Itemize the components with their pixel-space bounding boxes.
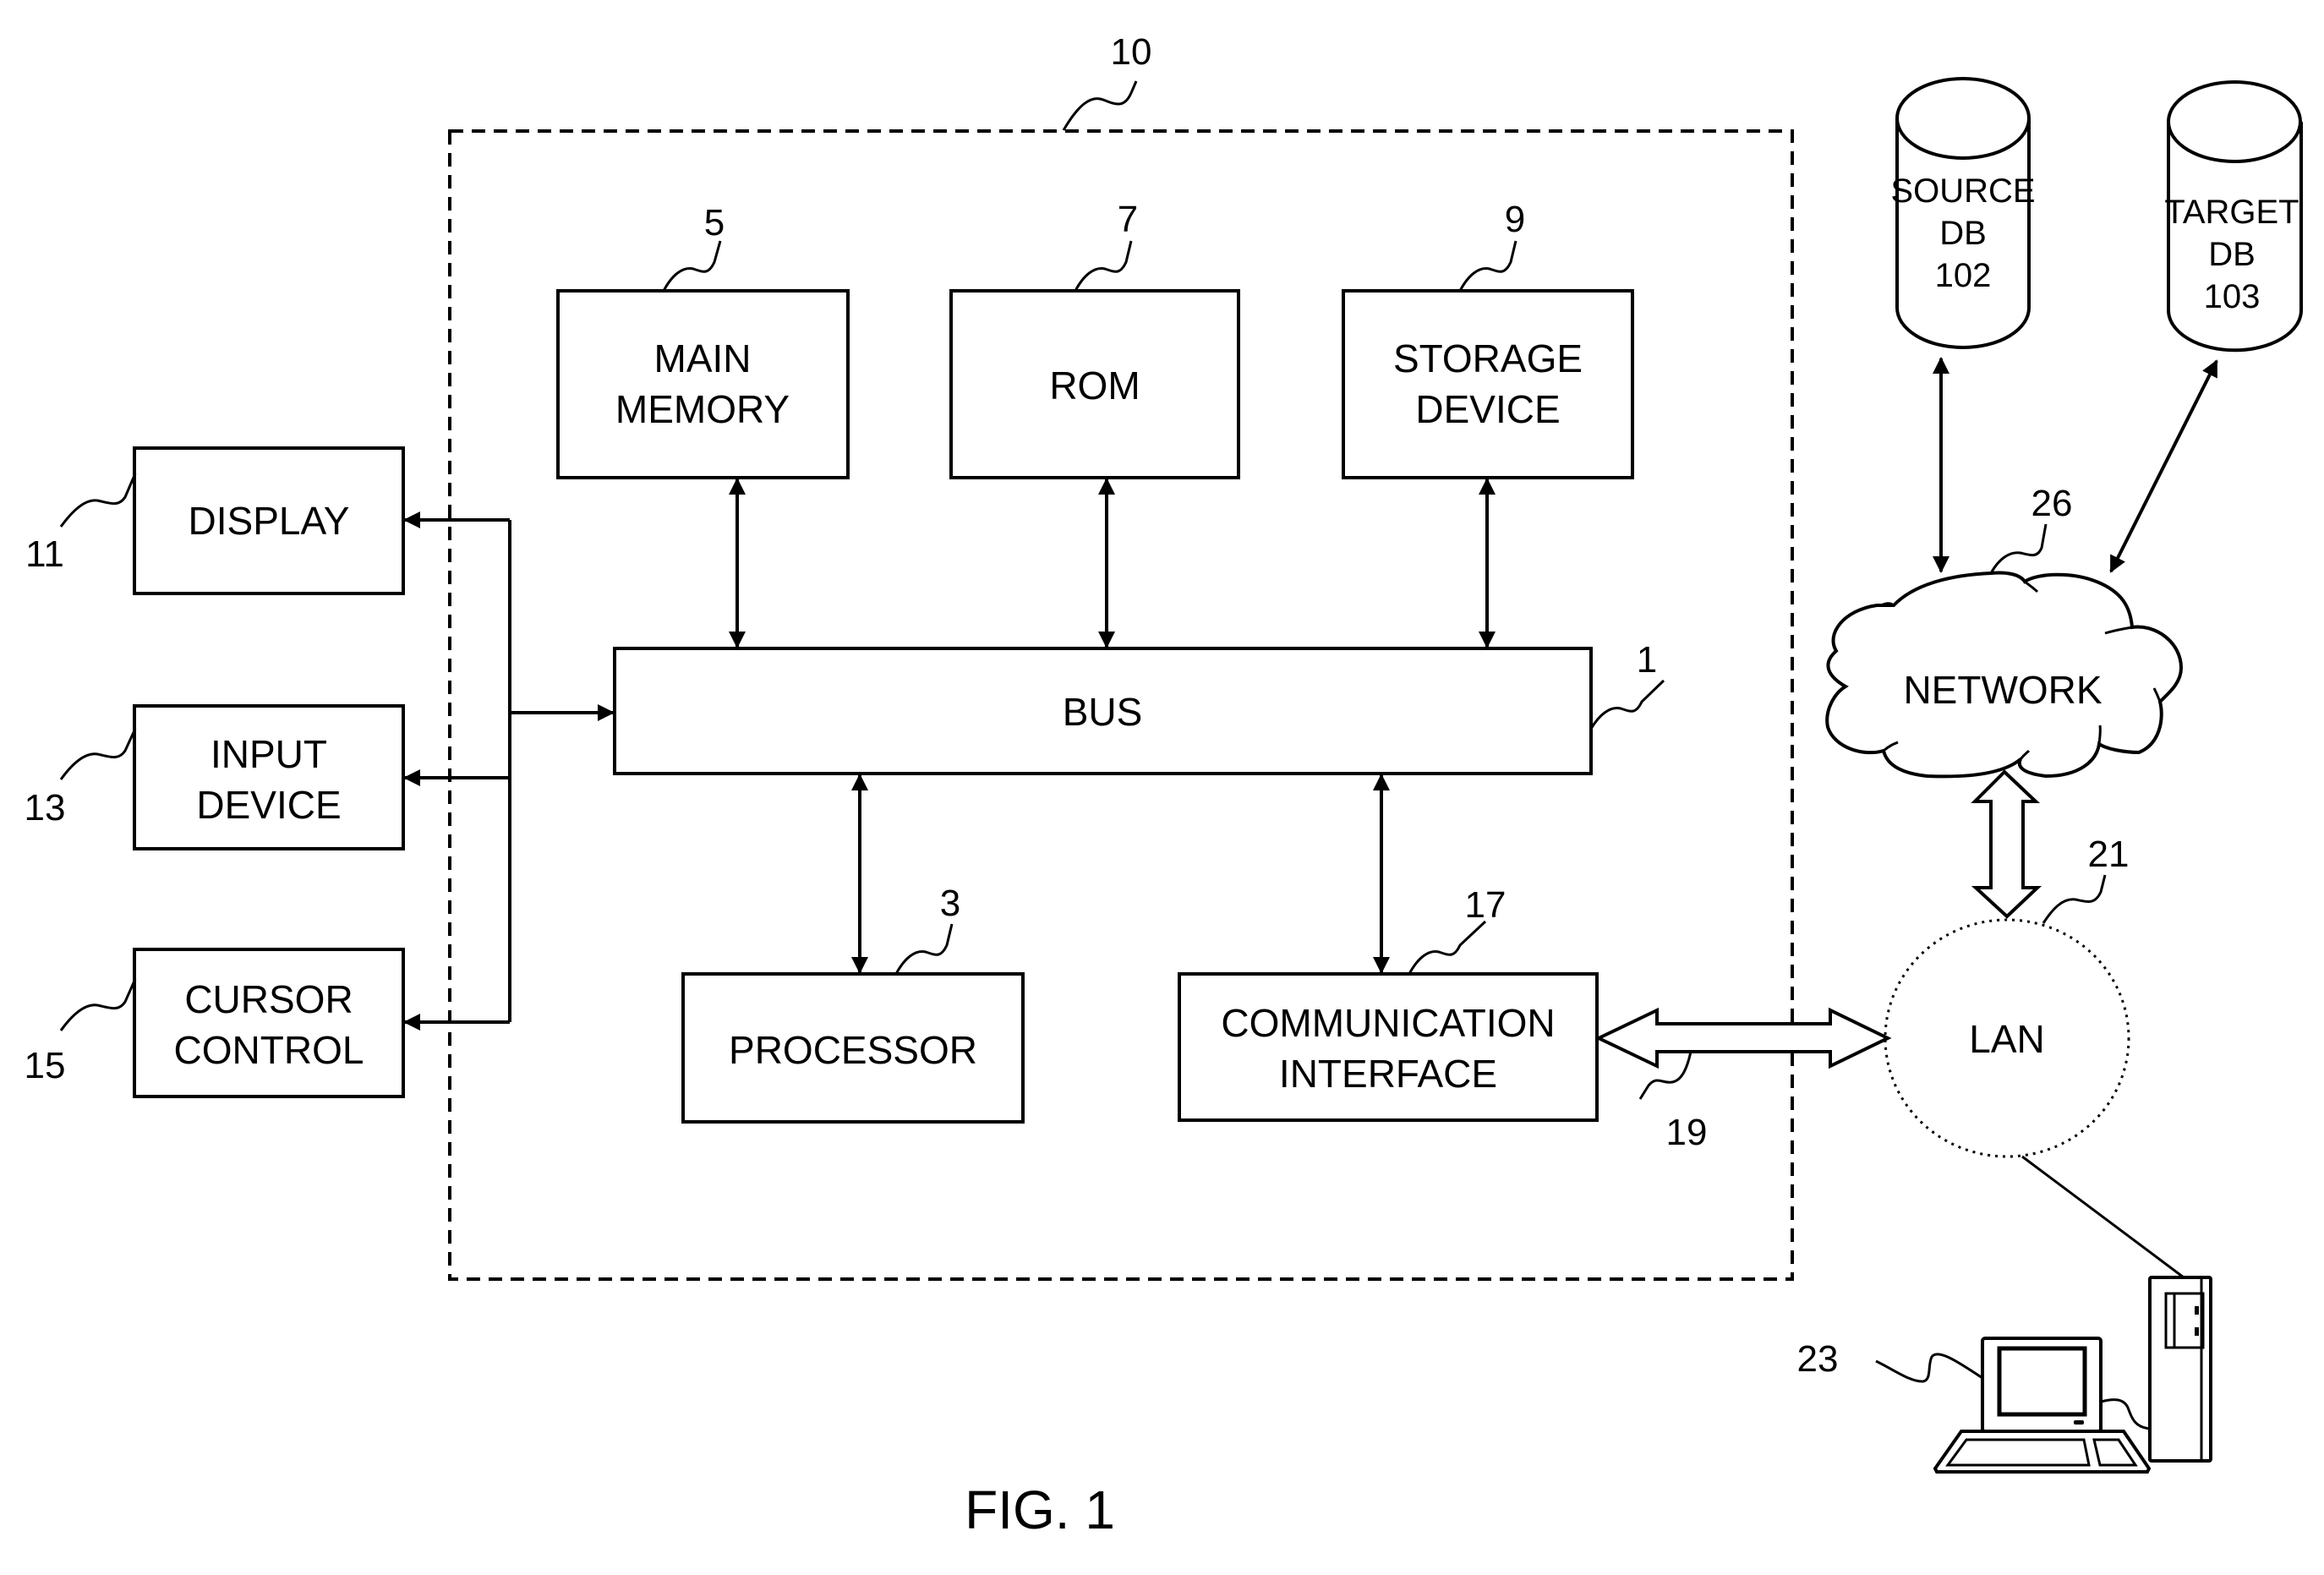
target-db-label-line3: 103	[2204, 278, 2261, 315]
display-label: DISPLAY	[189, 499, 350, 543]
network-link-arrow	[1594, 1007, 1892, 1069]
main-memory-block: MAIN MEMORY 5	[556, 202, 850, 479]
input-device-label-line2: DEVICE	[196, 783, 341, 827]
communication-interface-label-line1: COMMUNICATION	[1221, 1001, 1555, 1045]
main-memory-ref-leader	[662, 240, 722, 292]
main-memory-label-line2: MEMORY	[615, 387, 790, 431]
display-ref-leader	[59, 473, 137, 528]
source-db-label-line3: 102	[1935, 257, 1992, 294]
network-link-ref-label: 19	[1666, 1112, 1708, 1153]
block-diagram: 10 MAIN MEMORY 5 ROM 7 STORAGE DEVICE 9 …	[25, 31, 2303, 1540]
cursor-ref-label: 15	[25, 1045, 66, 1086]
lan-ref-label: 21	[2088, 834, 2130, 875]
rom-label: ROM	[1049, 364, 1140, 407]
storage-ref-leader	[1458, 240, 1517, 292]
network-label: NETWORK	[1903, 668, 2102, 712]
system-ref-label: 10	[1111, 31, 1152, 73]
cursor-control-block: CURSOR CONTROL 15	[25, 948, 405, 1098]
system-ref-leader	[1062, 80, 1138, 131]
lan-label: LAN	[1969, 1017, 2044, 1061]
source-db-label-line1: SOURCE	[1890, 172, 2035, 210]
workstation-ref-label: 23	[1797, 1338, 1839, 1380]
input-ref-leader	[59, 728, 137, 780]
network-ref-leader	[1989, 523, 2048, 574]
processor-ref-leader	[894, 923, 954, 975]
comm-ref-leader	[1408, 920, 1487, 975]
bus-ref-label: 1	[1637, 639, 1657, 681]
main-memory-label-line1: MAIN	[654, 336, 752, 380]
target-db-label-line2: DB	[2208, 236, 2256, 273]
bus-label: BUS	[1063, 690, 1143, 734]
target-db-network-arrow	[2109, 359, 2218, 573]
storage-ref-label: 9	[1505, 199, 1525, 240]
processor-label: PROCESSOR	[729, 1028, 977, 1072]
cursor-control-label-line1: CURSOR	[184, 977, 353, 1021]
workstation-icon: 23	[1797, 1276, 2212, 1474]
network-ref-label: 26	[2031, 483, 2073, 524]
communication-interface-label-line2: INTERFACE	[1279, 1052, 1497, 1096]
processor-ref-label: 3	[940, 883, 960, 924]
display-ref-label: 11	[25, 533, 64, 575]
bus-block: BUS 1	[613, 639, 1665, 775]
lan-ref-leader	[2042, 874, 2107, 924]
network-cloud: NETWORK 26	[1825, 483, 2184, 779]
lan-workstation-link	[2021, 1155, 2185, 1279]
cursor-ref-leader	[59, 978, 137, 1031]
storage-device-label-line2: DEVICE	[1415, 387, 1560, 431]
source-db-cylinder: SOURCE DB 102	[1890, 77, 2036, 349]
rom-ref-label: 7	[1118, 199, 1138, 240]
patent-figure: 10 MAIN MEMORY 5 ROM 7 STORAGE DEVICE 9 …	[0, 0, 2324, 1571]
rom-block: ROM 7	[949, 199, 1240, 479]
lan-network-arrow	[1971, 769, 2042, 919]
workstation-ref-leader	[1875, 1353, 1983, 1383]
storage-device-block: STORAGE DEVICE 9	[1342, 199, 1634, 479]
processor-block: PROCESSOR 3	[681, 883, 1025, 1124]
main-memory-ref-label: 5	[704, 202, 725, 243]
monitor-cable	[2100, 1398, 2151, 1430]
display-block: DISPLAY 11	[25, 446, 405, 595]
input-device-block: INPUT DEVICE 13	[25, 704, 405, 850]
network-link: 19	[1594, 1007, 1892, 1153]
bus-ref-leader	[1589, 679, 1665, 730]
source-db-label-line2: DB	[1939, 215, 1987, 252]
figure-caption: FIG. 1	[965, 1479, 1115, 1540]
peripheral-connector	[403, 511, 615, 1031]
rom-ref-leader	[1074, 240, 1133, 292]
target-db-label-line1: TARGET	[2164, 194, 2299, 231]
input-ref-label: 13	[25, 787, 66, 829]
cursor-control-label-line2: CONTROL	[174, 1028, 364, 1072]
communication-interface-block: COMMUNICATION INTERFACE 17	[1178, 884, 1599, 1122]
storage-device-label-line1: STORAGE	[1393, 336, 1583, 380]
target-db-cylinder: TARGET DB 103	[2164, 80, 2303, 353]
input-device-label-line1: INPUT	[211, 732, 327, 776]
comm-ref-label: 17	[1465, 884, 1506, 926]
